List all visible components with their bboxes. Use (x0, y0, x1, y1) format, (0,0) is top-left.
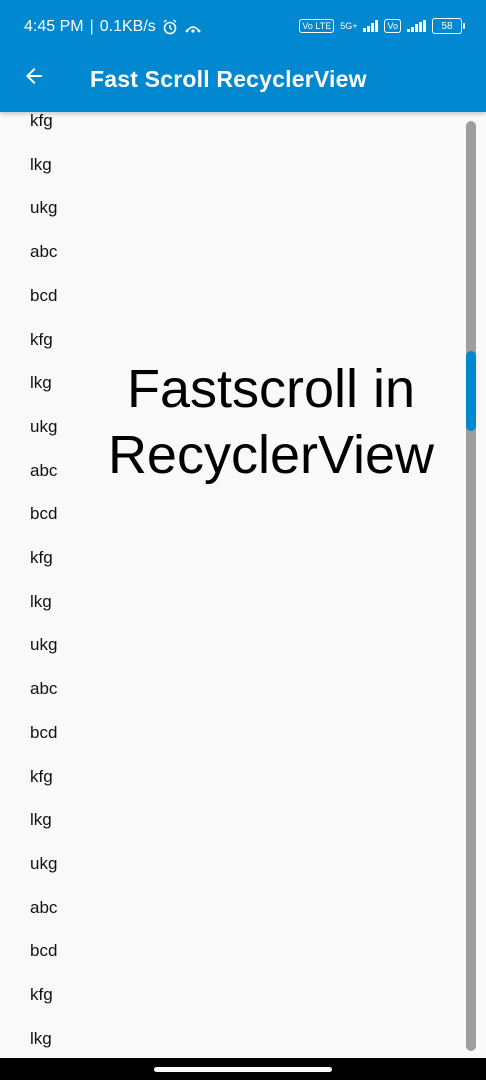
scroll-track[interactable] (466, 121, 476, 1051)
status-separator: | (89, 18, 94, 35)
list-item[interactable]: ukg (30, 854, 57, 874)
list-item[interactable]: abc (30, 461, 57, 481)
list-item[interactable]: ukg (30, 198, 57, 218)
fast-scroll-thumb[interactable] (466, 350, 476, 431)
recycler-list[interactable]: kfg lkg ukg abc bcd kfg lkg ukg abc bcd kfg lkg ukg a… (0, 114, 460, 1054)
list-item[interactable]: kfg (30, 548, 53, 568)
list-item[interactable]: lkg (30, 155, 52, 175)
list-item[interactable]: bcd (30, 286, 57, 306)
overlay-line-2: RecyclerView (107, 425, 435, 485)
signal-strength-icon-2 (407, 20, 426, 32)
list-item[interactable]: ukg (30, 417, 57, 437)
list-item[interactable]: lkg (30, 810, 52, 830)
list-item[interactable]: lkg (30, 373, 52, 393)
list-item[interactable]: kfg (30, 114, 53, 131)
alarm-icon (162, 19, 178, 35)
list-item[interactable]: abc (30, 679, 57, 699)
list-item[interactable]: ukg (30, 635, 57, 655)
overlay-line-1: Fastscroll in (126, 359, 416, 419)
signal-strength-icon (363, 20, 379, 32)
app-bar: Fast Scroll RecyclerView (0, 44, 486, 112)
home-indicator[interactable] (154, 1067, 332, 1072)
list-item[interactable]: lkg (30, 1029, 52, 1049)
list-item[interactable]: bcd (30, 504, 57, 524)
volte-badge-2: Vo (384, 19, 401, 33)
status-right: Vo LTE 5G+ Vo 58 (299, 18, 465, 34)
list-item[interactable]: lkg (30, 592, 52, 612)
navigation-bar (0, 1058, 486, 1080)
list-item[interactable]: bcd (30, 941, 57, 961)
fastscroll-overlay-text: Fastscroll in RecyclerView (86, 356, 456, 488)
status-data-speed: 0.1KB/s (99, 18, 156, 35)
battery-level: 58 (441, 20, 453, 32)
back-button[interactable] (18, 62, 50, 94)
network-type: 5G+ (340, 21, 358, 31)
status-bar: 4:45 PM | 0.1KB/s Vo LTE 5G+ Vo 58 (0, 0, 486, 44)
list-item[interactable]: abc (30, 242, 57, 262)
arrow-back-icon (22, 64, 46, 93)
list-item[interactable]: kfg (30, 985, 53, 1005)
status-left: 4:45 PM | 0.1KB/s (24, 18, 201, 36)
app-title: Fast Scroll RecyclerView (90, 66, 367, 92)
hotspot-icon (184, 19, 201, 35)
battery-icon: 58 (432, 18, 465, 34)
list-item[interactable]: bcd (30, 723, 57, 743)
volte-badge: Vo LTE (299, 19, 335, 33)
list-item[interactable]: kfg (30, 330, 53, 350)
list-item[interactable]: kfg (30, 767, 53, 787)
list-item[interactable]: abc (30, 898, 57, 918)
status-time: 4:45 PM (24, 18, 84, 35)
